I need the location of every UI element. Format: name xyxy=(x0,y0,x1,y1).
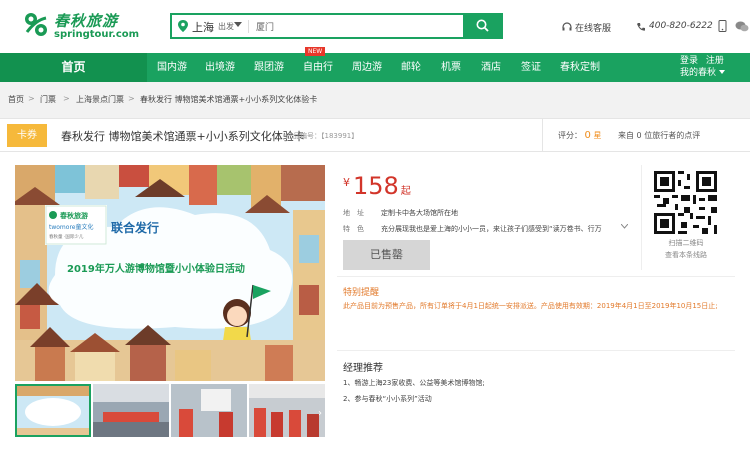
rating-label: 评分： xyxy=(558,131,582,140)
headset-icon xyxy=(562,22,572,31)
product-code-value: 【183991】 xyxy=(321,132,359,140)
page-title: 春秋发行 博物馆美术馆通票+小小系列文化体验卡 xyxy=(61,130,305,143)
search-button[interactable] xyxy=(463,13,503,39)
recommend-title: 经理推荐 xyxy=(343,363,383,374)
product-code: 产品编号：【183991】 xyxy=(286,131,358,141)
product-type-tag: 卡券 xyxy=(7,124,47,147)
breadcrumb: 首页 > 门票 > 上海景点门票 > 春秋发行 博物馆美术馆通票+小小系列文化体… xyxy=(0,90,750,108)
product-main: 春秋旅游 twomore童文化 春秋童 ·国际少儿 联合发行 2019年万人游博… xyxy=(0,152,750,456)
logo-text-cn: 春秋旅游 xyxy=(54,12,119,30)
nav-item-visa[interactable]: 签证 xyxy=(521,53,541,82)
departure-city[interactable]: 上海 xyxy=(192,19,214,35)
phone-icon xyxy=(637,23,645,31)
logo-text-en: springtour.com xyxy=(54,29,140,40)
account-links: 登录 注册 我的春秋 xyxy=(680,55,725,79)
thumbnail-1[interactable] xyxy=(15,384,91,437)
section-divider xyxy=(337,350,735,351)
thumbnail-next-arrow[interactable]: › xyxy=(318,408,322,419)
breadcrumb-home[interactable]: 首页 xyxy=(8,94,24,105)
product-title-bar: 卡券 春秋发行 博物馆美术馆通票+小小系列文化体验卡 产品编号：【183991】… xyxy=(0,118,750,152)
nav-home[interactable]: 首页 xyxy=(0,53,147,82)
online-service-link[interactable]: 在线客服 xyxy=(562,21,612,34)
recommend-item: 2、参与春秋“小小系列”活动 xyxy=(343,395,432,403)
breadcrumb-tickets[interactable]: 门票 xyxy=(40,94,56,105)
feature-value: 充分展现我也是爱上海的小小一员，来让孩子们感受到“读万卷书、行万 xyxy=(381,225,602,233)
mobile-icon[interactable] xyxy=(718,20,727,32)
feature-label: 特 色 xyxy=(343,225,364,233)
main-nav: 首页 国内游 出境游 跟团游 NEW 自由行 周边游 邮轮 机票 酒店 签证 春… xyxy=(0,47,750,82)
breadcrumb-shanghai-tickets[interactable]: 上海景点门票 xyxy=(76,94,124,105)
title-divider xyxy=(542,119,543,152)
register-link[interactable]: 注册 xyxy=(706,56,724,66)
address-label: 地 址 xyxy=(343,209,364,217)
departure-label[interactable]: 出发 xyxy=(218,21,234,32)
nav-item-cruise[interactable]: 邮轮 xyxy=(401,53,421,82)
breadcrumb-sep: > xyxy=(63,94,70,103)
nav-item-outbound[interactable]: 出境游 xyxy=(205,53,235,82)
chevron-down-icon[interactable] xyxy=(718,70,725,75)
review-count: 来自 0 位旅行者的点评 xyxy=(618,131,701,140)
nav-item-hotels[interactable]: 酒店 xyxy=(481,53,501,82)
thumbnail-4[interactable] xyxy=(249,384,325,437)
search-input[interactable] xyxy=(256,18,446,34)
chevron-down-icon[interactable] xyxy=(621,224,628,229)
rating-unit: 星 xyxy=(593,131,602,140)
thumbnail-2[interactable] xyxy=(93,384,169,437)
search-separator xyxy=(248,20,249,33)
product-hero-image[interactable]: 春秋旅游 twomore童文化 春秋童 ·国际少儿 联合发行 2019年万人游博… xyxy=(15,165,325,381)
rating-value: 0 xyxy=(584,130,591,141)
price-currency: ¥ xyxy=(343,176,350,189)
notice-title: 特别提醒 xyxy=(343,288,380,298)
sold-out-button[interactable]: 已售罄 xyxy=(343,240,430,270)
thumbnail-3[interactable] xyxy=(171,384,247,437)
notice-text: 此产品目前为预售产品，所有订单将于4月1日起统一安排派送。产品使用有效期：201… xyxy=(343,302,718,310)
recommend-item: 1、畅游上海23家收费、公益等美术馆博物馆; xyxy=(343,379,485,387)
breadcrumb-current: 春秋发行 博物馆美术馆通票+小小系列文化体验卡 xyxy=(140,95,318,104)
hotline: 400-820-6222 xyxy=(637,21,713,31)
my-account-link[interactable]: 我的春秋 xyxy=(680,68,716,78)
rating[interactable]: 评分： 0 星 来自 0 位旅行者的点评 xyxy=(558,130,700,141)
hero-badge: 联合发行 xyxy=(111,220,159,235)
hero-brand1: 春秋旅游 xyxy=(59,211,88,220)
section-divider xyxy=(337,276,735,277)
hotline-number: 400-820-6222 xyxy=(649,21,713,31)
hero-brand2: twomore童文化 xyxy=(49,223,93,231)
qr-code-image xyxy=(654,171,717,234)
nav-item-domestic[interactable]: 国内游 xyxy=(157,53,187,82)
nav-item-custom[interactable]: 春秋定制 xyxy=(560,53,600,82)
product-code-label: 产品编号： xyxy=(286,132,321,140)
qr-label-scan: 扫描二维码 xyxy=(668,239,704,247)
chevron-down-icon[interactable] xyxy=(234,22,242,28)
search-icon xyxy=(476,19,489,32)
search-bar: 上海 出发 xyxy=(170,13,503,39)
online-service-label: 在线客服 xyxy=(575,24,612,34)
breadcrumb-sep: > xyxy=(128,94,135,103)
nav-item-flights[interactable]: 机票 xyxy=(441,53,461,82)
location-pin-icon xyxy=(178,20,188,32)
price-value: 158 xyxy=(353,172,399,200)
thumbnail-strip xyxy=(15,384,325,437)
site-logo[interactable]: 春秋旅游 springtour.com xyxy=(22,9,139,43)
nav-item-independent[interactable]: 自由行 xyxy=(303,53,333,82)
qr-label-view: 查看本条线路 xyxy=(665,251,707,259)
top-header: 春秋旅游 springtour.com 上海 出发 在线客服 400-820 xyxy=(0,0,750,53)
price-suffix: 起 xyxy=(400,186,411,197)
nav-item-group-tour[interactable]: 跟团游 xyxy=(254,53,284,82)
nav-item-nearby[interactable]: 周边游 xyxy=(352,53,382,82)
login-link[interactable]: 登录 xyxy=(680,56,698,66)
breadcrumb-sep: > xyxy=(28,94,35,103)
hero-brand-sub: 春秋童 ·国际少儿 xyxy=(49,233,84,240)
logo-mark-icon xyxy=(25,13,47,36)
hero-banner: 2019年万人游博物馆暨小小体验日活动 xyxy=(67,262,245,275)
price: ¥158 起 xyxy=(343,172,411,200)
wechat-icon[interactable] xyxy=(735,21,749,32)
address-value: 定制卡中各大场馆所在地 xyxy=(381,209,458,217)
